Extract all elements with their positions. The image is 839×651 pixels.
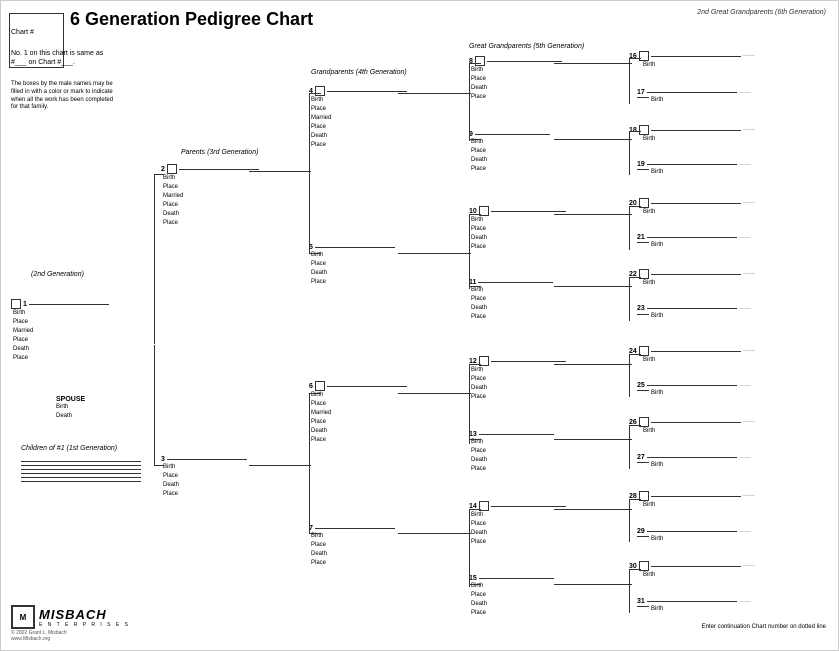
person-13: 13 Birth Place Death Place — [469, 431, 554, 474]
gen6-label: 2nd Great Grandparents (6th Generation) — [697, 9, 826, 16]
person-26: 26 —— Birth — [629, 417, 755, 436]
gen3-label: Parents (3rd Generation) — [181, 149, 258, 156]
person-6: 6 Birth Place Married Place Death Place — [309, 381, 407, 445]
copyright: © 2002 Grant L. Misbach www.Misbach.org — [11, 630, 130, 642]
person-19: 19 —— Birth — [637, 161, 751, 177]
note2: The boxes by the male names may be fille… — [11, 81, 121, 112]
person-10: 10 Birth Place Death Place — [469, 206, 566, 252]
person-11: 11 Birth Place Death Place — [469, 279, 553, 322]
person-3: 3 Birth Place Death Place — [161, 456, 247, 499]
children-label: Children of #1 (1st Generation) — [21, 445, 117, 452]
page-title: 6 Generation Pedigree Chart — [70, 9, 697, 31]
logo-text: MISBACH — [39, 607, 130, 622]
person-4: 4 Birth Place Married Place Death Place — [309, 86, 407, 150]
person-9: 9 Birth Place Death Place — [469, 131, 550, 174]
chart-number: Chart # — [11, 29, 34, 36]
person-2: 2 Birth Place Married Place Death Place — [161, 164, 259, 228]
person-25: 25 —— Birth — [637, 382, 751, 398]
person-20: 20 —— Birth — [629, 198, 755, 217]
logo-area: M MISBACH E N T E R P R I S E S © 2002 G… — [11, 605, 130, 642]
gen5-label: Great Grandparents (5th Generation) — [469, 43, 584, 50]
person-27: 27 —— Birth — [637, 454, 751, 470]
person-16: 16 —— Birth — [629, 51, 755, 70]
person-14: 14 Birth Place Death Place — [469, 501, 566, 547]
person-23: 23 —— Birth — [637, 305, 751, 321]
footer-note: Enter continuation Chart number on dotte… — [702, 624, 826, 630]
person-28: 28 —— Birth — [629, 491, 755, 510]
person-12: 12 Birth Place Death Place — [469, 356, 566, 402]
gen4-label: Grandparents (4th Generation) — [311, 69, 407, 76]
person-1: 1 Birth Place Married Place Death Place — [11, 299, 109, 363]
person-17: 17 —— Birth — [637, 89, 751, 105]
person-30: 30 —— Birth — [629, 561, 755, 580]
person-15: 15 Birth Place Death Place — [469, 575, 554, 618]
person-31: 31 —— Birth — [637, 598, 751, 614]
person-5: 5 Birth Place Death Place — [309, 244, 395, 287]
person-24: 24 —— Birth — [629, 346, 755, 365]
person-22: 22 —— Birth — [629, 269, 755, 288]
person-29: 29 —— Birth — [637, 528, 751, 544]
person-21: 21 —— Birth — [637, 234, 751, 250]
person-8: 8 Birth Place Death Place — [469, 56, 562, 102]
note1: No. 1 on this chart is same as #___ on C… — [11, 49, 111, 67]
spouse-section: SPOUSE Birth Death — [56, 396, 85, 421]
person-18: 18 —— Birth — [629, 125, 755, 144]
person-7: 7 Birth Place Death Place — [309, 525, 395, 568]
gen2-label: (2nd Generation) — [31, 271, 84, 278]
logo-sub: E N T E R P R I S E S — [39, 622, 130, 628]
